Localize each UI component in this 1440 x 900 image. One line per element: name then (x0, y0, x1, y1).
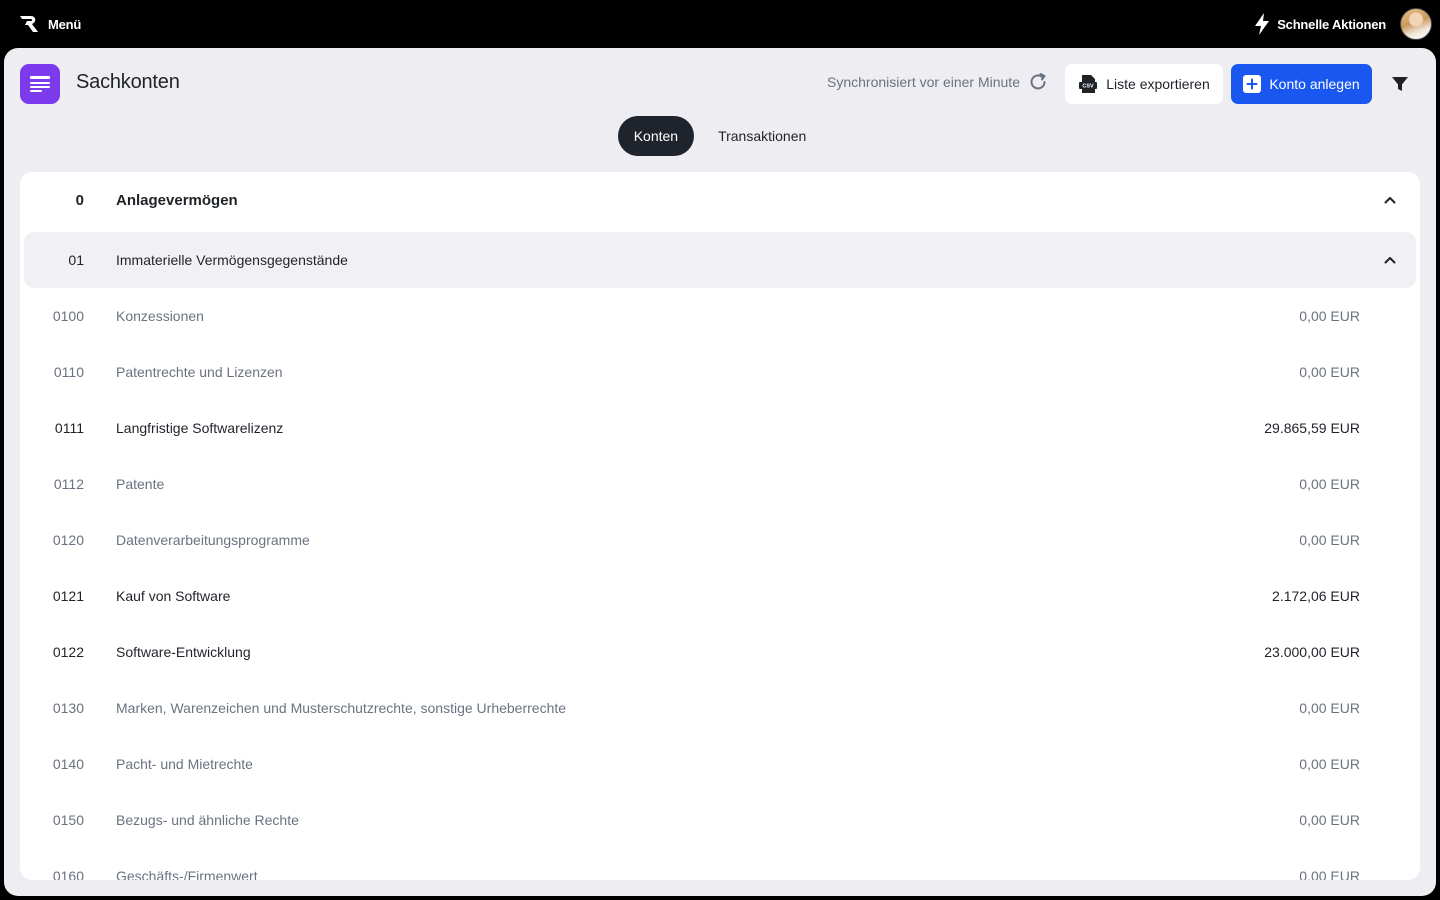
account-amount: 0,00 EUR (1299, 308, 1360, 324)
account-number: 0100 (52, 308, 84, 324)
export-list-button[interactable]: CSV Liste exportieren (1065, 64, 1223, 104)
subgroup-number: 01 (68, 252, 84, 268)
menu-label: Menü (48, 16, 82, 32)
account-row[interactable]: 0112 Patente 0,00 EUR (20, 456, 1420, 512)
group-row[interactable]: 0 Anlagevermögen (20, 172, 1420, 228)
account-row[interactable]: 0130 Marken, Warenzeichen und Musterschu… (20, 680, 1420, 736)
accounts-list: 0100 Konzessionen 0,00 EUR 0110 Patentre… (20, 288, 1420, 880)
subgroup-row[interactable]: 01 Immaterielle Vermögensgegenstände (24, 232, 1416, 288)
list-icon (20, 64, 60, 104)
account-label: Patente (116, 476, 165, 492)
sync-status: Synchronisiert vor einer Minute (827, 72, 1048, 92)
account-amount: 23.000,00 EUR (1264, 644, 1360, 660)
tab-konten[interactable]: Konten (617, 116, 695, 156)
menu-button[interactable]: Menü (0, 13, 81, 35)
export-list-label: Liste exportieren (1106, 76, 1210, 92)
avatar[interactable] (1400, 8, 1432, 40)
account-number: 0130 (52, 700, 84, 716)
account-label: Marken, Warenzeichen und Musterschutzrec… (116, 700, 567, 716)
account-row[interactable]: 0120 Datenverarbeitungsprogramme 0,00 EU… (20, 512, 1420, 568)
filter-icon[interactable] (1388, 72, 1412, 96)
refresh-icon[interactable] (1028, 72, 1048, 92)
account-amount: 29.865,59 EUR (1264, 420, 1360, 436)
account-amount: 0,00 EUR (1299, 364, 1360, 380)
top-bar: Menü Schnelle Aktionen (0, 0, 1440, 48)
account-row[interactable]: 0111 Langfristige Softwarelizenz 29.865,… (20, 400, 1420, 456)
account-row[interactable]: 0110 Patentrechte und Lizenzen 0,00 EUR (20, 344, 1420, 400)
account-row[interactable]: 0140 Pacht- und Mietrechte 0,00 EUR (20, 736, 1420, 792)
account-amount: 0,00 EUR (1299, 476, 1360, 492)
account-row[interactable]: 0150 Bezugs- und ähnliche Rechte 0,00 EU… (20, 792, 1420, 848)
account-label: Datenverarbeitungsprogramme (116, 532, 310, 548)
account-label: Pacht- und Mietrechte (116, 756, 253, 772)
account-number: 0111 (54, 420, 84, 436)
lightning-icon (1253, 13, 1271, 35)
tab-transaktionen[interactable]: Transaktionen (702, 116, 822, 156)
chevron-up-icon[interactable] (1382, 252, 1398, 268)
quick-actions-label: Schnelle Aktionen (1277, 16, 1386, 32)
account-row[interactable]: 0160 Geschäfts-/Firmenwert 0,00 EUR (20, 848, 1420, 880)
account-amount: 0,00 EUR (1299, 700, 1360, 716)
account-label: Konzessionen (116, 308, 204, 324)
quick-actions-button[interactable]: Schnelle Aktionen (1253, 13, 1386, 35)
account-number: 0122 (52, 644, 84, 660)
account-label: Software-Entwicklung (116, 644, 251, 660)
account-number: 0140 (52, 756, 84, 772)
account-amount: 0,00 EUR (1299, 532, 1360, 548)
create-account-label: Konto anlegen (1269, 76, 1360, 92)
account-row[interactable]: 0100 Konzessionen 0,00 EUR (20, 288, 1420, 344)
chevron-up-icon[interactable] (1382, 192, 1398, 208)
account-row[interactable]: 0122 Software-Entwicklung 23.000,00 EUR (20, 624, 1420, 680)
group-number: 0 (75, 191, 84, 209)
group-label: Anlagevermögen (116, 191, 238, 209)
csv-icon: CSV (1078, 74, 1098, 94)
account-amount: 0,00 EUR (1299, 756, 1360, 772)
account-number: 0150 (52, 812, 84, 828)
account-amount: 0,00 EUR (1299, 868, 1360, 880)
account-number: 0110 (53, 364, 84, 380)
page-title: Sachkonten (76, 71, 180, 93)
tab-bar: Konten Transaktionen (4, 116, 1436, 156)
account-number: 0121 (52, 588, 84, 604)
svg-text:CSV: CSV (1083, 84, 1095, 90)
account-label: Geschäfts-/Firmenwert (116, 868, 258, 880)
subgroup-label: Immaterielle Vermögensgegenstände (116, 252, 348, 268)
account-amount: 0,00 EUR (1299, 812, 1360, 828)
account-number: 0112 (53, 476, 84, 492)
account-amount: 2.172,06 EUR (1272, 588, 1360, 604)
create-account-button[interactable]: Konto anlegen (1231, 64, 1372, 104)
r-logo-icon (18, 13, 40, 35)
account-row[interactable]: 0121 Kauf von Software 2.172,06 EUR (20, 568, 1420, 624)
account-label: Bezugs- und ähnliche Rechte (116, 812, 299, 828)
plus-icon (1243, 75, 1262, 93)
account-label: Langfristige Softwarelizenz (116, 420, 284, 436)
sync-text: Synchronisiert vor einer Minute (827, 74, 1020, 90)
accounts-card: 0 Anlagevermögen 01 Immaterielle Vermöge… (20, 172, 1420, 880)
account-number: 0160 (52, 868, 84, 880)
account-number: 0120 (52, 532, 84, 548)
account-label: Patentrechte und Lizenzen (116, 364, 283, 380)
main-panel: Sachkonten Synchronisiert vor einer Minu… (4, 48, 1436, 896)
account-label: Kauf von Software (116, 588, 231, 604)
page-header: Sachkonten Synchronisiert vor einer Minu… (4, 48, 1436, 120)
